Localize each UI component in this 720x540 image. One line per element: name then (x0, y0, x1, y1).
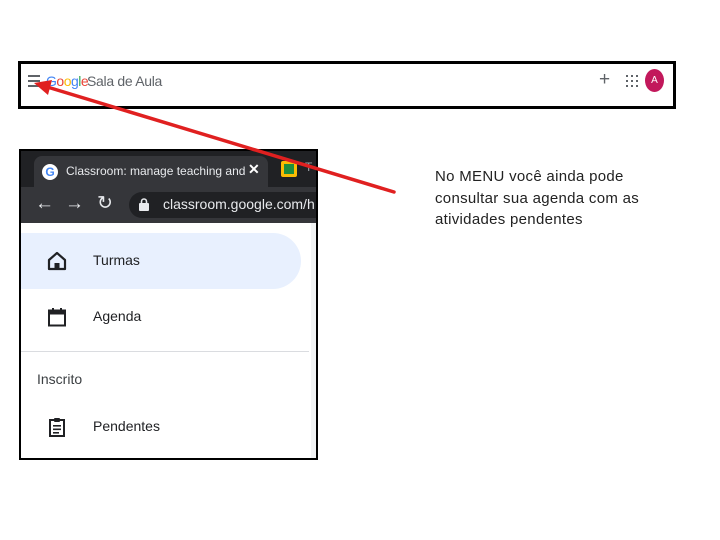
browser-menu-screenshot: G Classroom: manage teaching and ✕ T ← →… (19, 149, 318, 460)
classroom-favicon-icon[interactable] (281, 161, 297, 177)
menu-item-label: Turmas (93, 252, 140, 268)
home-icon (47, 251, 67, 271)
assignment-icon (49, 418, 65, 437)
account-avatar[interactable]: A (645, 69, 664, 92)
browser-toolbar: ← → ↻ classroom.google.com/h (21, 187, 316, 223)
tab-partial-title: T (305, 160, 313, 174)
main-menu-button[interactable] (28, 75, 40, 87)
google-apps-icon[interactable] (626, 75, 638, 87)
google-logo: Google (46, 73, 89, 89)
reload-icon[interactable]: ↻ (97, 193, 113, 215)
app-name: Sala de Aula (87, 73, 163, 89)
create-join-button[interactable]: + (599, 69, 610, 91)
tab-title: Classroom: manage teaching and (66, 164, 246, 178)
google-favicon-icon: G (42, 164, 58, 180)
menu-item-agenda[interactable]: Agenda (21, 289, 301, 345)
calendar-icon (48, 308, 66, 327)
menu-item-label: Pendentes (93, 418, 160, 434)
menu-item-label: Agenda (93, 308, 142, 324)
annotation-text: No MENU você ainda pode consultar sua ag… (435, 168, 640, 228)
back-arrow-icon[interactable]: ← (35, 193, 54, 215)
tab-close-icon[interactable]: ✕ (248, 161, 260, 178)
classroom-header-screenshot: Google Sala de Aula + A (18, 61, 676, 109)
section-label-inscrito: Inscrito (37, 371, 83, 387)
menu-item-pendentes[interactable]: Pendentes (21, 399, 301, 455)
address-bar[interactable]: classroom.google.com/h (129, 192, 316, 218)
url-text: classroom.google.com/h (163, 196, 315, 212)
menu-divider (21, 351, 309, 352)
menu-scrollbar[interactable] (311, 223, 316, 458)
tab-classroom[interactable]: G Classroom: manage teaching and ✕ (34, 156, 268, 187)
classroom-side-menu: Turmas Agenda Inscrito Pendentes (21, 223, 316, 458)
forward-arrow-icon[interactable]: → (65, 193, 84, 215)
lock-icon (139, 198, 149, 211)
menu-item-turmas[interactable]: Turmas (21, 233, 301, 289)
tab-strip: G Classroom: manage teaching and ✕ T (21, 151, 316, 187)
